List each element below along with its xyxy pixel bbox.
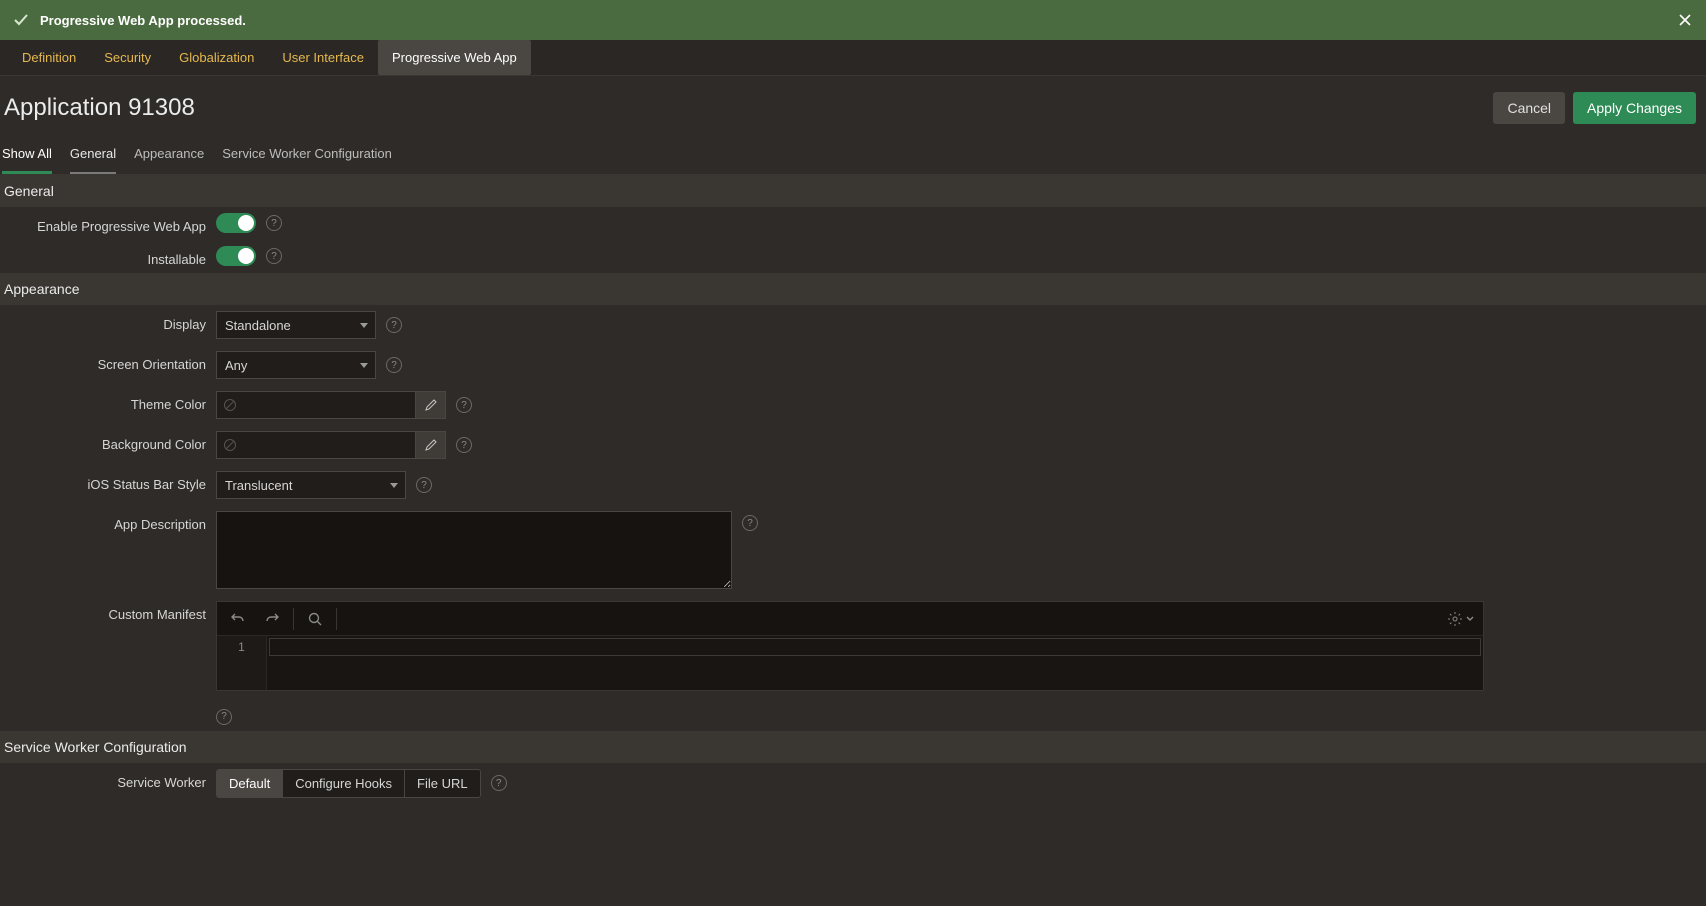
help-icon[interactable]: ? [266, 248, 282, 264]
subtab-general[interactable]: General [70, 138, 116, 174]
seg-configure-hooks[interactable]: Configure Hooks [283, 770, 405, 797]
toggle-enable-pwa[interactable] [216, 213, 256, 233]
help-icon[interactable]: ? [266, 215, 282, 231]
tab-progressive-web-app[interactable]: Progressive Web App [378, 40, 531, 75]
code-editor: 1 [216, 601, 1484, 691]
no-color-icon [223, 438, 237, 452]
tab-security[interactable]: Security [90, 40, 165, 75]
search-icon[interactable] [302, 606, 328, 632]
help-icon[interactable]: ? [742, 515, 758, 531]
help-icon[interactable]: ? [386, 317, 402, 333]
label-ios-status: iOS Status Bar Style [0, 471, 216, 492]
line-number: 1 [217, 640, 266, 654]
seg-default[interactable]: Default [217, 770, 283, 797]
color-picker-button[interactable] [416, 391, 446, 419]
page-title: Application 91308 [4, 94, 195, 122]
no-color-icon [223, 398, 237, 412]
subtab-appearance[interactable]: Appearance [134, 138, 204, 174]
segment-service-worker: Default Configure Hooks File URL [216, 769, 481, 798]
gear-icon[interactable] [1447, 611, 1463, 627]
label-enable-pwa: Enable Progressive Web App [0, 213, 216, 234]
label-custom-manifest: Custom Manifest [0, 601, 216, 622]
label-app-desc: App Description [0, 511, 216, 532]
code-gutter: 1 [217, 636, 267, 690]
chevron-down-icon[interactable] [1465, 614, 1475, 624]
tab-user-interface[interactable]: User Interface [268, 40, 378, 75]
undo-icon[interactable] [225, 606, 251, 632]
redo-icon[interactable] [259, 606, 285, 632]
color-picker-button[interactable] [416, 431, 446, 459]
label-theme-color: Theme Color [0, 391, 216, 412]
top-tabs: Definition Security Globalization User I… [0, 40, 1706, 76]
label-service-worker: Service Worker [0, 769, 216, 790]
tab-definition[interactable]: Definition [8, 40, 90, 75]
section-header-swc: Service Worker Configuration [0, 731, 1706, 763]
help-icon[interactable]: ? [456, 437, 472, 453]
label-bg-color: Background Color [0, 431, 216, 452]
label-installable: Installable [0, 246, 216, 267]
help-icon[interactable]: ? [456, 397, 472, 413]
select-orientation[interactable]: Any [216, 351, 376, 379]
title-row: Application 91308 Cancel Apply Changes [0, 76, 1706, 138]
help-icon[interactable]: ? [386, 357, 402, 373]
close-icon[interactable] [1678, 13, 1692, 27]
input-theme-color[interactable] [216, 391, 416, 419]
input-bg-color[interactable] [216, 431, 416, 459]
select-display[interactable]: Standalone [216, 311, 376, 339]
code-area[interactable] [267, 636, 1483, 690]
cancel-button[interactable]: Cancel [1493, 92, 1565, 124]
notification-message: Progressive Web App processed. [40, 13, 246, 28]
check-icon [12, 11, 30, 29]
help-icon[interactable]: ? [216, 709, 232, 725]
select-ios-status[interactable]: Translucent [216, 471, 406, 499]
subtab-swc[interactable]: Service Worker Configuration [222, 138, 392, 174]
help-icon[interactable]: ? [491, 775, 507, 791]
label-display: Display [0, 311, 216, 332]
textarea-app-desc[interactable] [216, 511, 732, 589]
label-orientation: Screen Orientation [0, 351, 216, 372]
tab-globalization[interactable]: Globalization [165, 40, 268, 75]
seg-file-url[interactable]: File URL [405, 770, 480, 797]
section-header-general: General [0, 175, 1706, 207]
subtab-show-all[interactable]: Show All [2, 138, 52, 174]
apply-changes-button[interactable]: Apply Changes [1573, 92, 1696, 124]
section-header-appearance: Appearance [0, 273, 1706, 305]
notification-bar: Progressive Web App processed. [0, 0, 1706, 40]
toggle-installable[interactable] [216, 246, 256, 266]
help-icon[interactable]: ? [416, 477, 432, 493]
subtabs: Show All General Appearance Service Work… [0, 138, 1706, 175]
